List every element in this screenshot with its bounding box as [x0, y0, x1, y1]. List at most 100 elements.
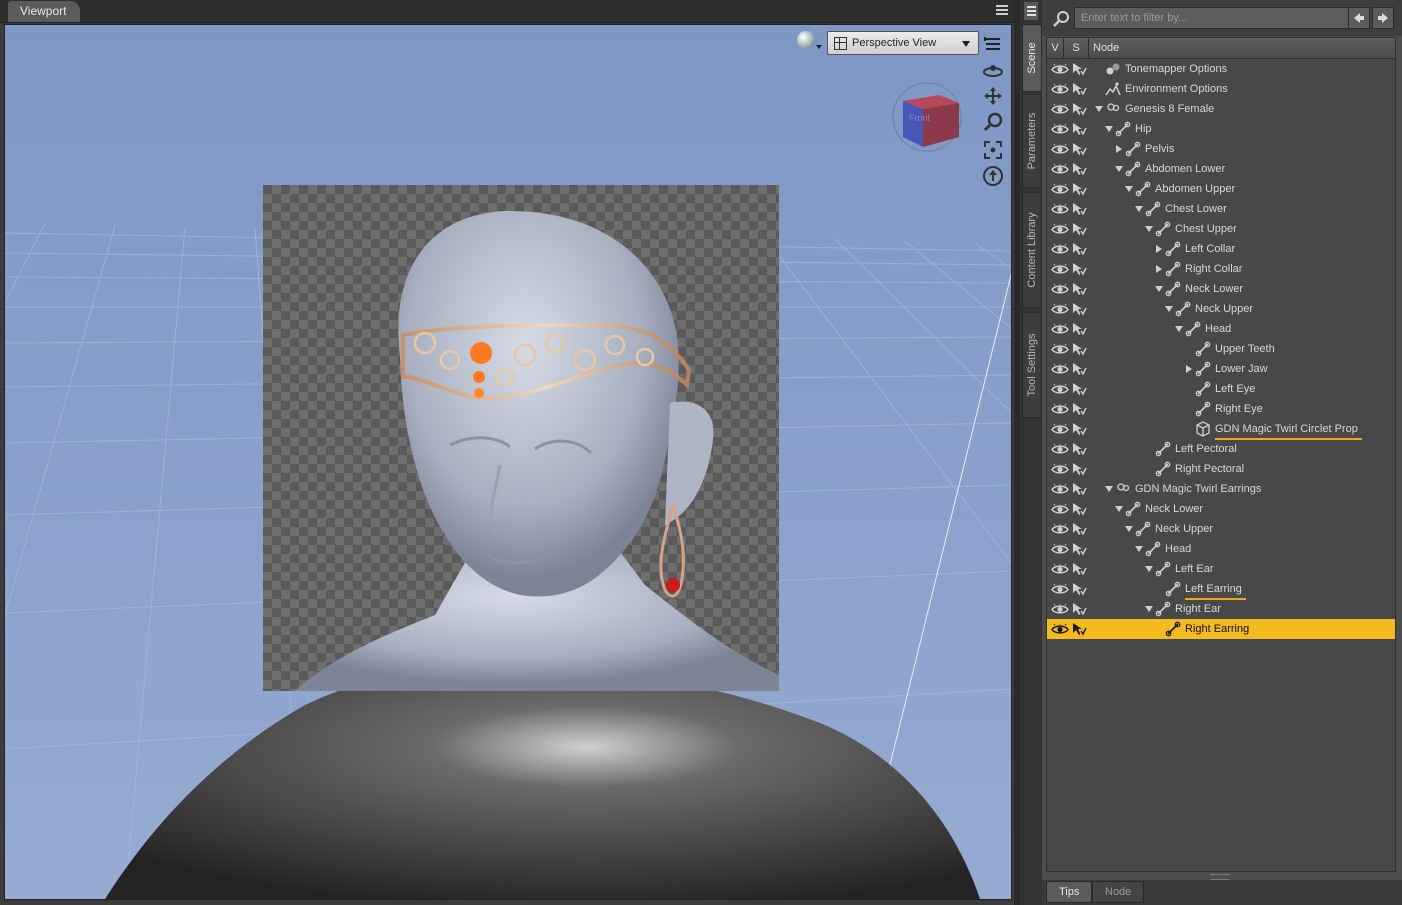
expand-toggle-icon[interactable]: [1095, 106, 1103, 112]
orbit-camera-icon[interactable]: [982, 59, 1004, 81]
visibility-eye-icon[interactable]: [1051, 244, 1069, 255]
visibility-eye-icon[interactable]: [1051, 104, 1069, 115]
visibility-eye-icon[interactable]: [1051, 444, 1069, 455]
scene-tree-row[interactable]: Head: [1047, 319, 1395, 339]
selectable-cursor-icon[interactable]: [1071, 482, 1087, 496]
scene-tree-row[interactable]: Chest Lower: [1047, 199, 1395, 219]
scene-tree-row[interactable]: Neck Upper: [1047, 299, 1395, 319]
scene-tree-row[interactable]: Chest Upper: [1047, 219, 1395, 239]
scene-tree-row[interactable]: Left Collar: [1047, 239, 1395, 259]
visibility-eye-icon[interactable]: [1051, 84, 1069, 95]
selectable-cursor-icon[interactable]: [1071, 242, 1087, 256]
selectable-cursor-icon[interactable]: [1071, 582, 1087, 596]
selectable-cursor-icon[interactable]: [1071, 442, 1087, 456]
viewport-options-icon[interactable]: [982, 33, 1004, 55]
side-tab-content-library[interactable]: Content Library: [1022, 192, 1042, 308]
pan-camera-icon[interactable]: [982, 85, 1004, 107]
viewport-tab[interactable]: Viewport: [8, 1, 81, 22]
scene-tree-row[interactable]: Lower Jaw: [1047, 359, 1395, 379]
visibility-eye-icon[interactable]: [1051, 64, 1069, 75]
scene-tree-row[interactable]: Head: [1047, 539, 1395, 559]
selectable-cursor-icon[interactable]: [1071, 382, 1087, 396]
collapse-toggle-icon[interactable]: [1186, 365, 1192, 373]
visibility-eye-icon[interactable]: [1051, 604, 1069, 615]
visibility-eye-icon[interactable]: [1051, 624, 1069, 635]
visibility-eye-icon[interactable]: [1051, 224, 1069, 235]
tab-tips[interactable]: Tips: [1046, 881, 1093, 903]
visibility-eye-icon[interactable]: [1051, 384, 1069, 395]
collapse-toggle-icon[interactable]: [1116, 145, 1122, 153]
visibility-eye-icon[interactable]: [1051, 204, 1069, 215]
selectable-cursor-icon[interactable]: [1071, 502, 1087, 516]
column-node[interactable]: Node: [1093, 38, 1119, 58]
selectable-cursor-icon[interactable]: [1071, 462, 1087, 476]
selectable-cursor-icon[interactable]: [1071, 602, 1087, 616]
search-icon[interactable]: [1052, 10, 1070, 28]
side-tab-scene[interactable]: Scene: [1022, 24, 1042, 92]
collapse-toggle-icon[interactable]: [1156, 245, 1162, 253]
expand-toggle-icon[interactable]: [1145, 566, 1153, 572]
visibility-eye-icon[interactable]: [1051, 364, 1069, 375]
scene-tree-row[interactable]: Neck Upper: [1047, 519, 1395, 539]
selectable-cursor-icon[interactable]: [1071, 82, 1087, 96]
visibility-eye-icon[interactable]: [1051, 144, 1069, 155]
visibility-eye-icon[interactable]: [1051, 324, 1069, 335]
selectable-cursor-icon[interactable]: [1071, 162, 1087, 176]
selectable-cursor-icon[interactable]: [1071, 322, 1087, 336]
scene-tree[interactable]: Tonemapper Options Environment Options Gen…: [1046, 58, 1396, 872]
selectable-cursor-icon[interactable]: [1071, 202, 1087, 216]
expand-toggle-icon[interactable]: [1135, 546, 1143, 552]
filter-input[interactable]: [1074, 7, 1370, 29]
visibility-eye-icon[interactable]: [1051, 484, 1069, 495]
view-camera-select[interactable]: Perspective View: [827, 31, 979, 55]
scene-tree-row[interactable]: GDN Magic Twirl Earrings: [1047, 479, 1395, 499]
column-visibility[interactable]: V: [1047, 38, 1064, 58]
scene-tree-row[interactable]: Genesis 8 Female: [1047, 99, 1395, 119]
selectable-cursor-icon[interactable]: [1071, 262, 1087, 276]
visibility-eye-icon[interactable]: [1051, 524, 1069, 535]
expand-toggle-icon[interactable]: [1115, 166, 1123, 172]
side-tab-parameters[interactable]: Parameters: [1022, 94, 1042, 188]
visibility-eye-icon[interactable]: [1051, 164, 1069, 175]
visibility-eye-icon[interactable]: [1051, 464, 1069, 475]
expand-toggle-icon[interactable]: [1135, 206, 1143, 212]
expand-toggle-icon[interactable]: [1165, 306, 1173, 312]
scene-tree-row[interactable]: Right Eye: [1047, 399, 1395, 419]
scene-tree-row[interactable]: Upper Teeth: [1047, 339, 1395, 359]
reset-camera-icon[interactable]: [982, 165, 1004, 187]
selectable-cursor-icon[interactable]: [1071, 422, 1087, 436]
visibility-eye-icon[interactable]: [1051, 304, 1069, 315]
expand-toggle-icon[interactable]: [1125, 526, 1133, 532]
visibility-eye-icon[interactable]: [1051, 504, 1069, 515]
selectable-cursor-icon[interactable]: [1071, 282, 1087, 296]
scene-tree-row[interactable]: Right Ear: [1047, 599, 1395, 619]
selectable-cursor-icon[interactable]: [1071, 302, 1087, 316]
visibility-eye-icon[interactable]: [1051, 584, 1069, 595]
filter-next-button[interactable]: [1372, 7, 1394, 29]
selectable-cursor-icon[interactable]: [1071, 102, 1087, 116]
selectable-cursor-icon[interactable]: [1071, 622, 1087, 636]
scene-tree-row[interactable]: Neck Lower: [1047, 279, 1395, 299]
panel-menu-icon[interactable]: [1022, 2, 1040, 20]
frame-selection-icon[interactable]: [982, 139, 1004, 161]
scene-tree-row[interactable]: Left Ear: [1047, 559, 1395, 579]
expand-toggle-icon[interactable]: [1145, 226, 1153, 232]
visibility-eye-icon[interactable]: [1051, 184, 1069, 195]
visibility-eye-icon[interactable]: [1051, 124, 1069, 135]
scene-tree-row[interactable]: Tonemapper Options: [1047, 59, 1395, 79]
pane-menu-icon[interactable]: [994, 2, 1010, 18]
side-tab-tool-settings[interactable]: Tool Settings: [1022, 312, 1042, 418]
visibility-eye-icon[interactable]: [1051, 264, 1069, 275]
scene-tree-row[interactable]: Right Earring: [1047, 619, 1395, 639]
selectable-cursor-icon[interactable]: [1071, 122, 1087, 136]
expand-toggle-icon[interactable]: [1105, 126, 1113, 132]
collapse-toggle-icon[interactable]: [1156, 265, 1162, 273]
selectable-cursor-icon[interactable]: [1071, 342, 1087, 356]
scene-tree-row[interactable]: Environment Options: [1047, 79, 1395, 99]
draw-style-icon[interactable]: [797, 31, 815, 49]
scene-tree-row[interactable]: Abdomen Upper: [1047, 179, 1395, 199]
expand-toggle-icon[interactable]: [1175, 326, 1183, 332]
scene-tree-row[interactable]: Pelvis: [1047, 139, 1395, 159]
selectable-cursor-icon[interactable]: [1071, 362, 1087, 376]
column-selectability[interactable]: S: [1064, 38, 1089, 58]
